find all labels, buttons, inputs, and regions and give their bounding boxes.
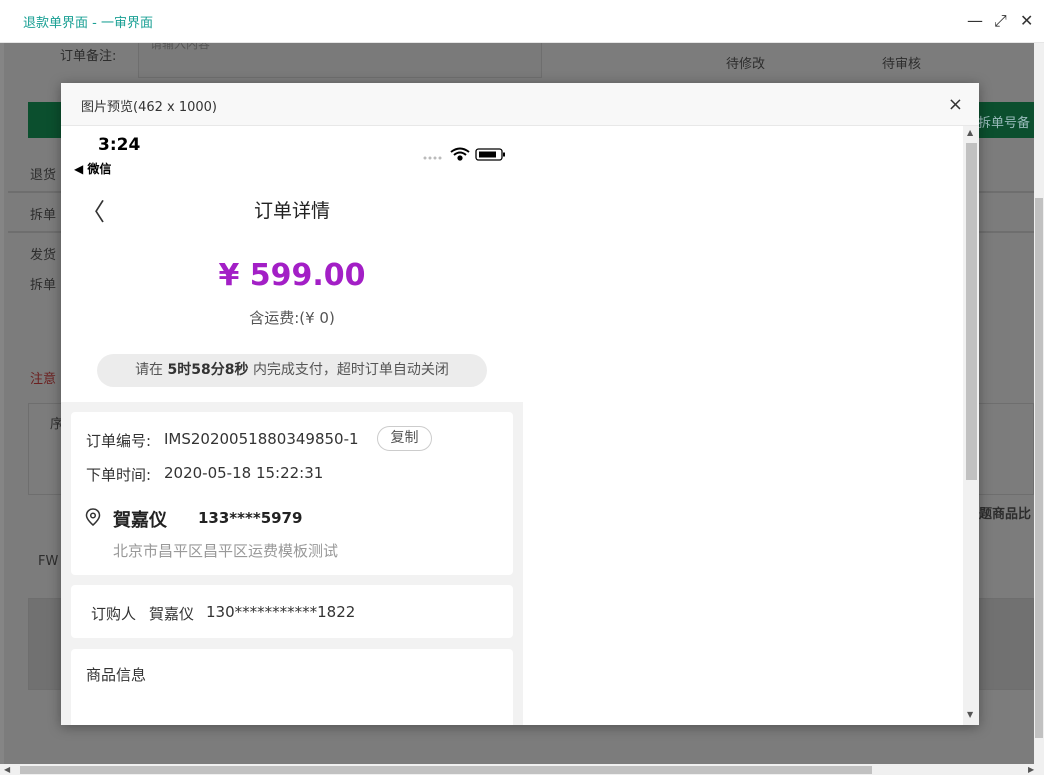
fw-label: FW bbox=[38, 554, 59, 569]
buyer-name: 賀嘉仪 bbox=[149, 605, 195, 623]
outer-vertical-scrollbar[interactable] bbox=[1034, 43, 1044, 764]
image-preview-dialog: 图片预览(462 x 1000) × 3:24 ◀ 微信 〈 订单详情 ¥ 59… bbox=[61, 83, 979, 725]
order-detail-screenshot: 3:24 ◀ 微信 〈 订单详情 ¥ 599.00 含运费:(¥ 0) 请在 5… bbox=[61, 126, 523, 725]
wifi-icon bbox=[450, 147, 470, 161]
buyer-label: 订购人 bbox=[91, 605, 137, 623]
dialog-vertical-scrollbar[interactable]: ▲ ▼ bbox=[963, 126, 979, 725]
signal-icon bbox=[423, 156, 442, 160]
pay-countdown: 5时58分8秒 bbox=[167, 362, 249, 378]
order-time: 2020-05-18 15:22:31 bbox=[164, 464, 324, 482]
pending-modify-col: 待修改 bbox=[726, 57, 766, 72]
status-time: 3:24 bbox=[98, 135, 141, 155]
order-price: ¥ 599.00 bbox=[218, 258, 366, 293]
copy-button[interactable]: 复制 bbox=[377, 426, 432, 451]
close-icon[interactable]: ✕ bbox=[1020, 11, 1033, 31]
order-note-placeholder: 请输入内容 bbox=[150, 43, 211, 51]
goods-info-label: 商品信息 bbox=[86, 666, 147, 684]
nav-title: 订单详情 bbox=[253, 200, 330, 222]
minimize-icon[interactable]: — bbox=[967, 11, 983, 31]
order-time-label: 下单时间: bbox=[86, 466, 152, 484]
pay-prefix: 请在 bbox=[135, 362, 164, 378]
return-label: 退货 bbox=[30, 168, 57, 183]
freight-note: 含运费:(¥ 0) bbox=[249, 309, 335, 327]
window-titlebar: 退款单界面 - 一审界面 — ⤢ ✕ bbox=[0, 0, 1044, 43]
split-note-label: 拆单号备 bbox=[978, 116, 1031, 131]
maximize-icon[interactable]: ⤢ bbox=[994, 11, 1007, 31]
scroll-up-icon[interactable]: ▲ bbox=[967, 128, 973, 137]
ship-label: 发货 bbox=[30, 248, 57, 263]
buyer-phone: 130***********1822 bbox=[206, 603, 356, 621]
outer-horizontal-scroll-thumb[interactable] bbox=[20, 766, 872, 774]
pay-suffix: 内完成支付，超时订单自动关闭 bbox=[252, 362, 449, 378]
status-icons bbox=[423, 147, 505, 161]
scroll-down-icon[interactable]: ▼ bbox=[967, 710, 973, 719]
scroll-left-icon[interactable]: ◀ bbox=[4, 765, 10, 774]
dialog-scroll-thumb[interactable] bbox=[966, 143, 977, 480]
receiver-address: 北京市昌平区昌平区运费模板测试 bbox=[113, 542, 339, 560]
scroll-right-icon[interactable]: ▶ bbox=[1028, 765, 1034, 774]
dialog-close-icon[interactable]: × bbox=[948, 94, 963, 115]
dialog-title: 图片预览(462 x 1000) bbox=[81, 100, 217, 115]
goods-card bbox=[71, 649, 513, 725]
outer-horizontal-scrollbar[interactable]: ◀ ▶ bbox=[0, 764, 1044, 775]
notice-label: 注意 bbox=[30, 372, 57, 387]
order-no: IMS2020051880349850-1 bbox=[164, 430, 359, 448]
dialog-content: 3:24 ◀ 微信 〈 订单详情 ¥ 599.00 含运费:(¥ 0) 请在 5… bbox=[61, 126, 979, 725]
split-label-2: 拆单 bbox=[30, 278, 57, 293]
dialog-header: 图片预览(462 x 1000) × bbox=[61, 83, 979, 126]
payment-countdown: 请在 5时58分8秒 内完成支付，超时订单自动关闭 bbox=[97, 354, 487, 387]
pending-review-col: 待审核 bbox=[882, 57, 922, 72]
split-label: 拆单 bbox=[30, 208, 57, 223]
status-back-wechat: ◀ 微信 bbox=[74, 162, 112, 176]
window-title: 退款单界面 - 一审界面 bbox=[23, 16, 153, 31]
bg-split-note-button[interactable]: 拆单号备 bbox=[970, 102, 1034, 138]
receiver-phone: 133****5979 bbox=[198, 509, 303, 527]
battery-icon bbox=[475, 148, 505, 161]
order-note-label: 订单备注: bbox=[60, 49, 117, 64]
outer-vertical-scroll-thumb[interactable] bbox=[1035, 198, 1043, 738]
location-pin-icon bbox=[85, 508, 101, 526]
order-no-label: 订单编号: bbox=[86, 432, 152, 450]
problem-ratio-label: 题商品比 bbox=[979, 507, 1032, 522]
receiver-name: 賀嘉仪 bbox=[113, 510, 167, 531]
